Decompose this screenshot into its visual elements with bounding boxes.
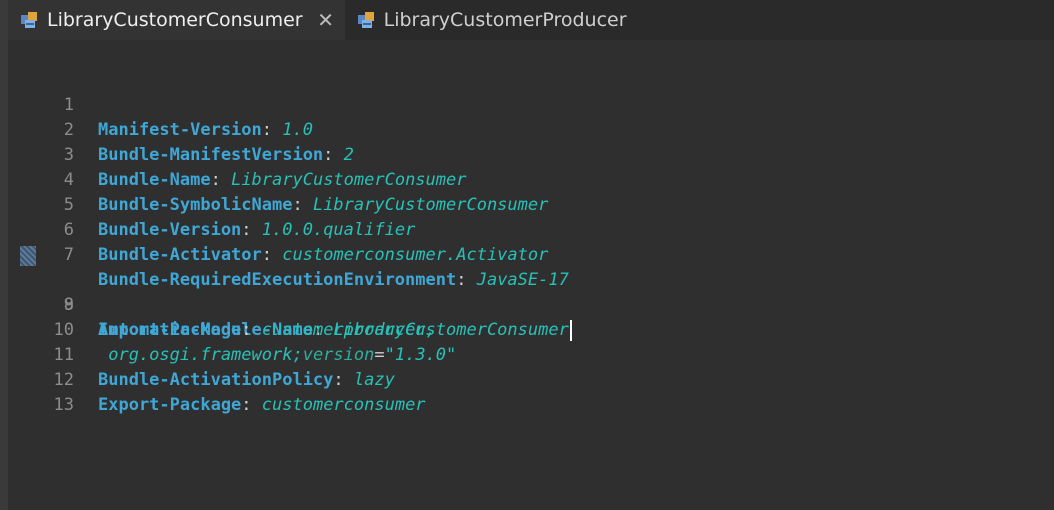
editor-tab-bar: LibraryCustomerConsumer ✕ LibraryCustome… [8,0,1054,40]
code-line[interactable]: 1 Manifest-Version: 1.0 [8,68,1054,140]
code-line[interactable]: 9 Import-Package: customerproducer, [8,268,1054,340]
code-line[interactable]: 12 Export-Package: customerconsumer [8,343,1054,415]
plugin-manifest-icon [357,10,377,30]
code-line-current[interactable]: 8 Automatic-Module-Name: LibraryCustomer… [8,243,1054,341]
manifest-key: Export-Package [98,395,242,415]
line-number: 13 [53,395,74,415]
tab-library-customer-producer[interactable]: LibraryCustomerProducer [345,0,637,40]
close-icon[interactable]: ✕ [317,8,335,32]
editor-left-border [0,0,8,510]
code-line[interactable]: 7 Bundle-RequiredExecutionEnvironment: J… [8,218,1054,290]
current-line-marker [20,246,36,266]
manifest-value: customerconsumer [261,395,426,415]
manifest-editor-window: LibraryCustomerConsumer ✕ LibraryCustome… [0,0,1054,510]
code-line[interactable]: 11 Bundle-ActivationPolicy: lazy [8,318,1054,390]
code-line[interactable]: 6 Bundle-Activator: customerconsumer.Act… [8,193,1054,265]
code-line[interactable]: 5 Bundle-Version: 1.0.0.qualifier [8,168,1054,240]
code-line[interactable]: 4 Bundle-SymbolicName: LibraryCustomerCo… [8,143,1054,215]
separator: : [241,395,262,415]
code-line[interactable]: 3 Bundle-Name: LibraryCustomerConsumer [8,118,1054,190]
tab-library-customer-consumer[interactable]: LibraryCustomerConsumer ✕ [8,0,345,40]
text-editor[interactable]: 1 Manifest-Version: 1.0 2 Bundle-Manifes… [8,40,1054,510]
tab-label: LibraryCustomerProducer [383,9,627,31]
code-line[interactable]: 10 org.osgi.framework;version="1.3.0" [8,293,1054,365]
code-line[interactable]: 2 Bundle-ManifestVersion: 2 [8,93,1054,165]
plugin-manifest-icon [20,10,40,30]
tab-label: LibraryCustomerConsumer [47,9,303,31]
code-line[interactable]: 13 [8,368,1054,415]
